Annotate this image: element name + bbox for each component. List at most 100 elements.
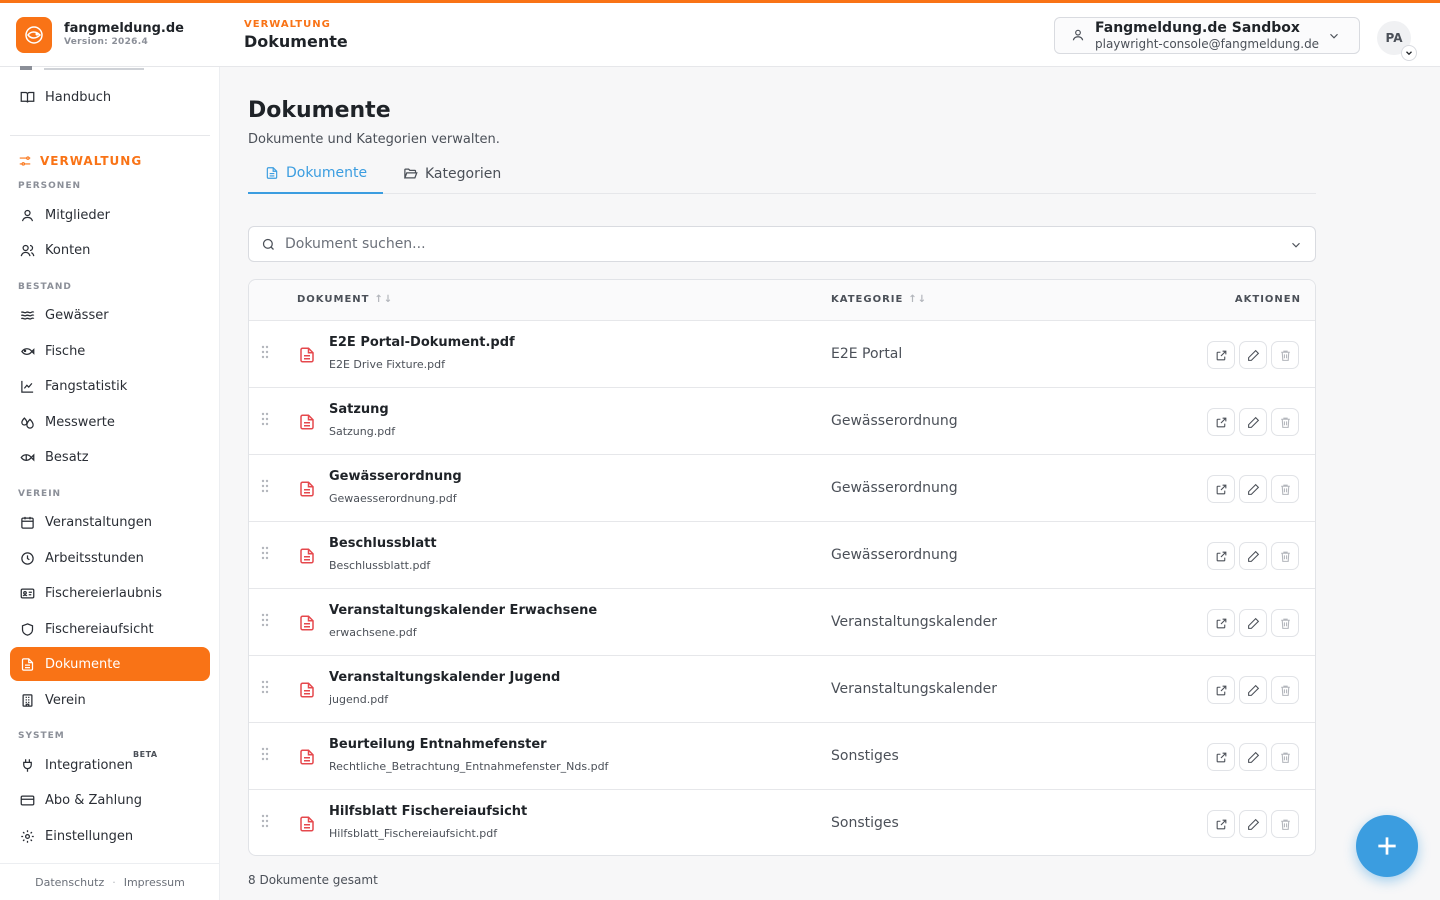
page-title: Dokumente — [248, 98, 391, 123]
open-document-button[interactable] — [1207, 341, 1235, 369]
documents-total: 8 Dokumente gesamt — [248, 873, 378, 887]
chevron-down-icon[interactable] — [1289, 238, 1303, 252]
delete-document-button[interactable] — [1271, 542, 1299, 570]
edit-document-button[interactable] — [1239, 542, 1267, 570]
documents-table: DOKUMENT ↑↓ KATEGORIE ↑↓ AKTIONEN E2E Port… — [248, 279, 1316, 856]
open-document-button[interactable] — [1207, 810, 1235, 838]
delete-document-button[interactable] — [1271, 810, 1299, 838]
document-category: Sonstiges — [831, 815, 899, 831]
table-header: DOKUMENT ↑↓ KATEGORIE ↑↓ AKTIONEN — [249, 280, 1315, 321]
tab-label: Dokumente — [286, 164, 368, 181]
delete-document-button[interactable] — [1271, 609, 1299, 637]
sidebar-item-besatz[interactable]: Besatz — [10, 440, 210, 474]
drag-handle-icon[interactable] — [261, 747, 269, 761]
document-filename: Rechtliche_Betrachtung_Entnahmefenster_N… — [329, 760, 609, 773]
document-name[interactable]: Veranstaltungskalender Erwachsene — [329, 603, 597, 618]
user-icon — [1072, 29, 1084, 41]
pdf-file-icon — [300, 682, 314, 698]
table-row: Hilfsblatt Fischereiaufsicht Hilfsblatt_… — [249, 790, 1315, 855]
drag-handle-icon[interactable] — [261, 412, 269, 426]
app-logo[interactable] — [16, 17, 52, 53]
pdf-file-icon — [300, 347, 314, 363]
edit-document-button[interactable] — [1239, 341, 1267, 369]
drag-handle-icon[interactable] — [261, 814, 269, 828]
sidebar-section-verwaltung[interactable]: VERWALTUNG — [18, 154, 142, 168]
open-document-button[interactable] — [1207, 542, 1235, 570]
avatar-menu-toggle[interactable] — [1401, 45, 1417, 61]
delete-document-button[interactable] — [1271, 341, 1299, 369]
tab-dokumente[interactable]: Dokumente — [248, 153, 383, 194]
document-name[interactable]: Veranstaltungskalender Jugend — [329, 670, 560, 685]
edit-document-button[interactable] — [1239, 408, 1267, 436]
edit-document-button[interactable] — [1239, 609, 1267, 637]
credit-card-icon — [20, 795, 35, 805]
pencil-icon — [1247, 550, 1259, 562]
sidebar-item-mitglieder[interactable]: Mitglieder — [10, 198, 210, 232]
tab-kategorien[interactable]: Kategorien — [403, 153, 501, 194]
sidebar-item-integrationen[interactable]: Integrationen — [10, 748, 210, 782]
building-icon — [22, 693, 33, 707]
drag-handle-icon[interactable] — [261, 546, 269, 560]
edit-document-button[interactable] — [1239, 743, 1267, 771]
sidebar-item-messwerte[interactable]: Messwerte — [10, 405, 210, 439]
sidebar-item-fischereierlaubnis[interactable]: Fischereierlaubnis — [10, 576, 210, 610]
sidebar-item-fischereiaufsicht[interactable]: Fischereiaufsicht — [10, 612, 210, 646]
edit-document-button[interactable] — [1239, 676, 1267, 704]
open-document-button[interactable] — [1207, 743, 1235, 771]
sidebar-item-handbuch[interactable]: Handbuch — [10, 80, 210, 114]
sidebar-item-konten[interactable]: Konten — [10, 233, 210, 267]
document-name[interactable]: Beurteilung Entnahmefenster — [329, 737, 547, 752]
column-header-kategorie[interactable]: KATEGORIE ↑↓ — [831, 294, 927, 305]
sidebar-item-verein[interactable]: Verein — [10, 683, 210, 717]
drag-handle-icon[interactable] — [261, 479, 269, 493]
sidebar-item-einstellungen[interactable]: Einstellungen — [10, 819, 210, 853]
drag-handle-icon[interactable] — [261, 613, 269, 627]
add-document-button[interactable] — [1356, 815, 1418, 877]
pencil-icon — [1247, 751, 1259, 763]
delete-document-button[interactable] — [1271, 743, 1299, 771]
open-document-button[interactable] — [1207, 609, 1235, 637]
search-input[interactable] — [285, 233, 1245, 255]
datenschutz-link[interactable]: Datenschutz — [35, 876, 104, 889]
sidebar-item-dokumente[interactable]: Dokumente — [10, 647, 210, 681]
document-name[interactable]: Beschlussblatt — [329, 536, 437, 551]
tenant-email: playwright-console@fangmeldung.de — [1095, 37, 1320, 51]
delete-document-button[interactable] — [1271, 408, 1299, 436]
table-row: Veranstaltungskalender Jugend jugend.pdf… — [249, 656, 1315, 723]
document-name[interactable]: Hilfsblatt Fischereiaufsicht — [329, 804, 527, 819]
drag-handle-icon[interactable] — [261, 680, 269, 694]
open-document-button[interactable] — [1207, 475, 1235, 503]
document-filename: erwachsene.pdf — [329, 626, 417, 639]
document-name[interactable]: Satzung — [329, 402, 389, 417]
sidebar-item-abo[interactable]: Abo & Zahlung — [10, 783, 210, 817]
sidebar-item-fische[interactable]: Fische — [10, 334, 210, 368]
drag-handle-icon[interactable] — [261, 345, 269, 359]
document-name[interactable]: Gewässerordnung — [329, 469, 462, 484]
delete-document-button[interactable] — [1271, 676, 1299, 704]
id-card-icon — [20, 588, 35, 598]
delete-document-button[interactable] — [1271, 475, 1299, 503]
edit-document-button[interactable] — [1239, 810, 1267, 838]
open-document-button[interactable] — [1207, 408, 1235, 436]
column-header-dokument[interactable]: DOKUMENT ↑↓ — [297, 294, 393, 305]
table-row: Veranstaltungskalender Erwachsene erwach… — [249, 589, 1315, 656]
document-category: Gewässerordnung — [831, 547, 958, 563]
tenant-switcher[interactable]: Fangmeldung.de Sandbox playwright-consol… — [1054, 17, 1360, 54]
open-document-button[interactable] — [1207, 676, 1235, 704]
sidebar-item-arbeitsstunden[interactable]: Arbeitsstunden — [10, 541, 210, 575]
trash-icon — [1280, 752, 1290, 763]
calendar-icon — [21, 516, 34, 529]
sidebar-item-gewaesser[interactable]: Gewässer — [10, 298, 210, 332]
impressum-link[interactable]: Impressum — [124, 876, 185, 889]
column-label: KATEGORIE — [831, 294, 904, 305]
sidebar-item-label: Integrationen — [45, 757, 133, 773]
book-icon — [20, 91, 35, 103]
sidebar-item-label: Veranstaltungen — [45, 514, 152, 530]
document-filename: Beschlussblatt.pdf — [329, 559, 431, 572]
document-search[interactable] — [248, 226, 1316, 262]
search-icon — [262, 238, 274, 250]
document-name[interactable]: E2E Portal-Dokument.pdf — [329, 335, 515, 350]
edit-document-button[interactable] — [1239, 475, 1267, 503]
sidebar-item-fangstatistik[interactable]: Fangstatistik — [10, 369, 210, 403]
sidebar-item-veranstaltungen[interactable]: Veranstaltungen — [10, 505, 210, 539]
